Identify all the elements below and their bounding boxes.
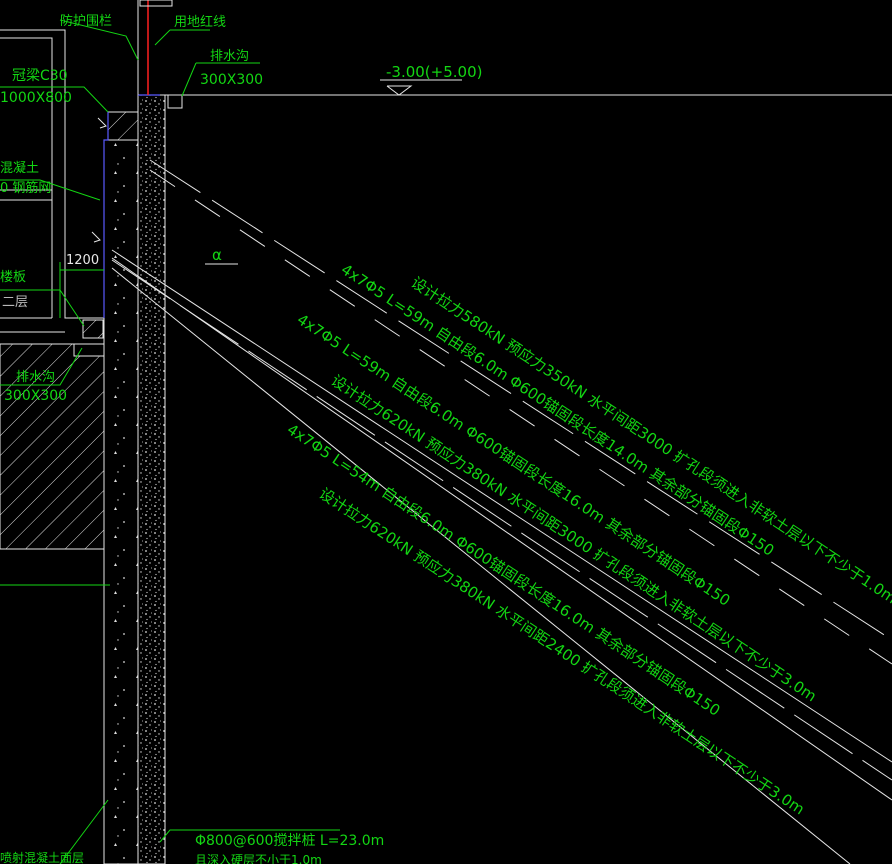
top-drain-ditch — [165, 94, 188, 109]
fence-top-box — [139, 0, 173, 7]
cad-drawing-canvas: -3.00(+5.00) α 防护围栏 用地红线 排水沟 300X300 冠梁C… — [0, 0, 892, 864]
angle-label: α — [212, 246, 222, 264]
cap-beam — [107, 111, 139, 141]
pile-note: 且深入硬层不小于1.0m — [195, 853, 322, 864]
left-drain-size: 300X300 — [4, 388, 67, 404]
floor-2-label: 二层 — [2, 295, 28, 310]
mixing-pile-wall — [137, 94, 166, 864]
cap-beam-label: 冠梁C30 — [12, 68, 68, 84]
small-block — [82, 319, 104, 339]
anchor-1-line1: 4x7Φ5 L=59m 自由段6.0m Φ600锚固段长度14.0m 其余部分锚… — [338, 260, 778, 559]
shotcrete-layer — [103, 139, 139, 864]
mesh-label: 0 钢筋网 — [0, 180, 51, 196]
fence-label: 防护围栏 — [60, 13, 112, 29]
top-drain-size: 300X300 — [200, 72, 263, 88]
width-label: 1200 — [66, 253, 99, 268]
cap-beam-size: 1000X800 — [0, 90, 72, 106]
top-drain-label: 排水沟 — [210, 49, 249, 64]
bottom-left-label: 喷射混凝土面层 — [0, 850, 84, 864]
anchor-head-2 — [91, 231, 101, 243]
redline-label: 用地红线 — [174, 14, 226, 30]
floor-slab-label: 楼板 — [0, 270, 26, 285]
elevation-triangle — [386, 85, 413, 96]
elevation-label: -3.00(+5.00) — [386, 63, 482, 81]
left-drain-label: 排水沟 — [16, 370, 55, 385]
concrete-label: 混凝土 — [0, 160, 39, 176]
anchor-head-1 — [97, 117, 107, 129]
pile-label: Φ800@600搅拌桩 L=23.0m — [195, 832, 384, 849]
